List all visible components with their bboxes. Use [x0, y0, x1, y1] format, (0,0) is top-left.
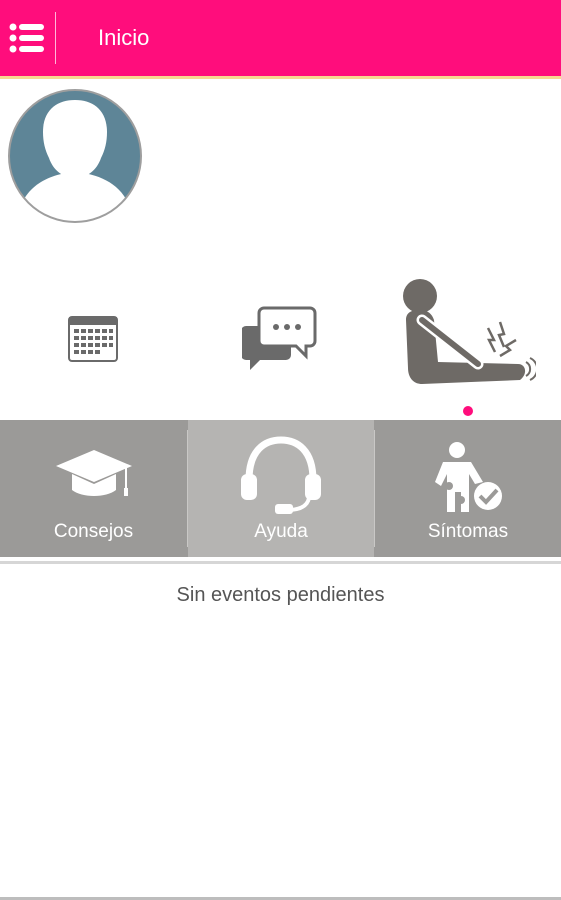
profile-avatar[interactable]: [7, 88, 143, 224]
tile-consejos[interactable]: Consejos: [0, 420, 187, 557]
tile-ayuda[interactable]: Ayuda: [188, 420, 374, 557]
feature-tiles: Consejos Ayuda Síntomas: [0, 420, 561, 557]
list-menu-icon: [9, 23, 44, 53]
tile-label: Síntomas: [427, 521, 509, 542]
pager-indicator: [463, 406, 473, 416]
tile-sintomas[interactable]: Síntomas: [375, 420, 561, 557]
user-avatar-icon: [8, 89, 142, 223]
pain-person-icon: [403, 279, 539, 384]
calendar-button[interactable]: [62, 312, 122, 364]
app-bar: Inicio: [0, 0, 561, 76]
menu-divider: [55, 12, 56, 64]
chat-bubbles-icon: [241, 306, 317, 370]
headset-icon: [241, 436, 321, 514]
body-check-icon: [435, 442, 502, 512]
chat-button[interactable]: [241, 304, 320, 372]
graduation-cap-icon: [56, 450, 132, 496]
calendar-icon: [68, 316, 118, 362]
tile-label: Ayuda: [254, 521, 308, 542]
page-title: Inicio: [98, 25, 150, 50]
menu-button[interactable]: [0, 0, 55, 76]
symptom-quick-button[interactable]: [400, 276, 539, 394]
app-bar-underline: [0, 76, 561, 79]
tiles-underline: [0, 561, 561, 564]
events-empty-message: Sin eventos pendientes: [176, 584, 385, 606]
tile-label: Consejos: [53, 521, 134, 542]
